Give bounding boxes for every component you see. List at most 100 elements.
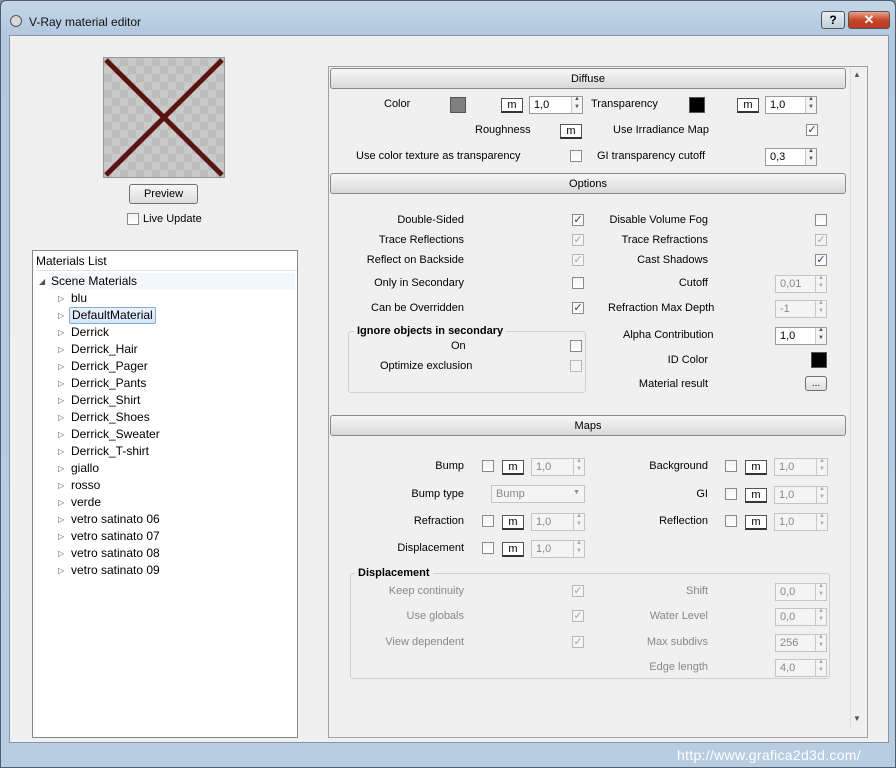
disable-fog-checkbox[interactable] [815,214,827,226]
trace-reflections-checkbox[interactable]: ✓ [572,234,584,246]
scroll-up-icon[interactable]: ▲ [853,70,861,79]
id-color-swatch[interactable] [811,352,827,368]
expand-arrow-icon[interactable]: ▷ [58,562,64,579]
reflection-map-spinner[interactable]: 1,0 [774,513,828,531]
material-result-button[interactable]: ... [805,376,827,391]
reflection-map-checkbox[interactable] [725,515,737,527]
spinner-arrows-icon[interactable] [816,458,827,475]
displacement-map-button[interactable]: m [502,542,524,557]
gi-map-checkbox[interactable] [725,488,737,500]
material-item[interactable]: ▷ giallo [33,460,297,477]
use-irradiance-checkbox[interactable]: ✓ [806,124,818,136]
bump-checkbox[interactable] [482,460,494,472]
expand-arrow-icon[interactable]: ▷ [58,307,64,324]
spinner-arrows-icon[interactable] [573,540,584,557]
overridden-checkbox[interactable]: ✓ [572,302,584,314]
alpha-contribution-spinner[interactable]: 1,0 [775,327,827,345]
expand-arrow-icon[interactable]: ▷ [58,409,64,426]
help-button[interactable]: ? [821,11,845,29]
water-level-spinner[interactable]: 0,0 [775,608,827,626]
keep-continuity-checkbox[interactable]: ✓ [572,585,584,597]
expand-arrow-icon[interactable]: ▷ [58,341,64,358]
material-item[interactable]: ▷ vetro satinato 06 [33,511,297,528]
expand-arrow-icon[interactable]: ▷ [58,528,64,545]
refraction-map-spinner[interactable]: 1,0 [531,513,585,531]
material-item[interactable]: ▷ blu [33,290,297,307]
expand-arrow-icon[interactable]: ▷ [58,392,64,409]
bump-spinner[interactable]: 1,0 [531,458,585,476]
material-item[interactable]: ▷ DefaultMaterial [33,307,297,324]
view-dependent-checkbox[interactable]: ✓ [572,636,584,648]
background-map-spinner[interactable]: 1,0 [774,458,828,476]
on-checkbox[interactable] [570,340,582,352]
close-button[interactable]: ✕ [848,11,890,29]
diffuse-color-swatch[interactable] [450,97,466,113]
displacement-map-spinner[interactable]: 1,0 [531,540,585,558]
spinner-arrows-icon[interactable] [815,300,826,317]
vertical-scrollbar[interactable]: ▲ ▼ [850,68,866,728]
diffuse-rollout-header[interactable]: Diffuse [330,68,846,89]
spinner-arrows-icon[interactable] [815,634,826,651]
material-item[interactable]: ▷ Derrick_Sweater [33,426,297,443]
refraction-depth-spinner[interactable]: -1 [775,300,827,318]
gi-map-button[interactable]: m [745,488,767,503]
roughness-map-button[interactable]: m [560,124,582,139]
edge-length-spinner[interactable]: 4,0 [775,659,827,677]
material-item[interactable]: ▷ Derrick_T-shirt [33,443,297,460]
spinner-arrows-icon[interactable] [815,608,826,625]
transparency-map-button[interactable]: m [737,98,759,113]
scroll-down-icon[interactable]: ▼ [853,714,861,723]
spinner-arrows-icon[interactable] [816,513,827,530]
max-subdivs-spinner[interactable]: 256 [775,634,827,652]
shift-spinner[interactable]: 0,0 [775,583,827,601]
spinner-arrows-icon[interactable] [571,96,582,113]
cutoff-spinner[interactable]: 0,01 [775,275,827,293]
transparency-spinner[interactable]: 1,0 [765,96,817,114]
diffuse-color-spinner[interactable]: 1,0 [529,96,583,114]
spinner-arrows-icon[interactable] [815,583,826,600]
material-item[interactable]: ▷ Derrick_Pants [33,375,297,392]
material-item[interactable]: ▷ vetro satinato 08 [33,545,297,562]
title-bar[interactable]: V-Ray material editor ? ✕ [1,1,895,35]
use-color-texture-checkbox[interactable] [570,150,582,162]
trace-refractions-checkbox[interactable]: ✓ [815,234,827,246]
expand-arrow-icon[interactable]: ▷ [58,460,64,477]
material-item[interactable]: ▷ rosso [33,477,297,494]
refraction-map-checkbox[interactable] [482,515,494,527]
materials-tree[interactable]: ◢ Scene Materials ▷ blu ▷ DefaultMaterial ▷ D… [33,273,297,579]
material-item[interactable]: ▷ Derrick_Shirt [33,392,297,409]
expand-arrow-icon[interactable]: ▷ [58,375,64,392]
spinner-arrows-icon[interactable] [573,513,584,530]
expand-arrow-icon[interactable]: ▷ [58,511,64,528]
double-sided-checkbox[interactable]: ✓ [572,214,584,226]
gi-cutoff-spinner[interactable]: 0,3 [765,148,817,166]
expand-arrow-icon[interactable]: ▷ [58,358,64,375]
spinner-arrows-icon[interactable] [816,486,827,503]
spinner-arrows-icon[interactable] [805,96,816,113]
refraction-map-button[interactable]: m [502,515,524,530]
expand-arrow-icon[interactable]: ▷ [58,426,64,443]
spinner-arrows-icon[interactable] [805,148,816,165]
reflection-map-button[interactable]: m [745,515,767,530]
spinner-arrows-icon[interactable] [573,458,584,475]
spinner-arrows-icon[interactable] [815,327,826,344]
preview-button[interactable]: Preview [129,184,198,204]
expand-arrow-icon[interactable]: ▷ [58,290,64,307]
tree-root-scene-materials[interactable]: ◢ Scene Materials [33,273,297,290]
expand-arrow-icon[interactable]: ▷ [58,324,64,341]
expand-arrow-icon[interactable]: ▷ [58,477,64,494]
material-item[interactable]: ▷ Derrick_Shoes [33,409,297,426]
maps-rollout-header[interactable]: Maps [330,415,846,436]
background-map-checkbox[interactable] [725,460,737,472]
displacement-map-checkbox[interactable] [482,542,494,554]
expand-arrow-icon[interactable]: ▷ [58,443,64,460]
optimize-exclusion-checkbox[interactable] [570,360,582,372]
spinner-arrows-icon[interactable] [815,275,826,292]
material-item[interactable]: ▷ vetro satinato 07 [33,528,297,545]
expand-arrow-icon[interactable]: ▷ [58,545,64,562]
material-item[interactable]: ▷ Derrick_Pager [33,358,297,375]
bump-type-dropdown[interactable]: Bump [491,485,585,503]
background-map-button[interactable]: m [745,460,767,475]
material-item[interactable]: ▷ vetro satinato 09 [33,562,297,579]
spinner-arrows-icon[interactable] [815,659,826,676]
